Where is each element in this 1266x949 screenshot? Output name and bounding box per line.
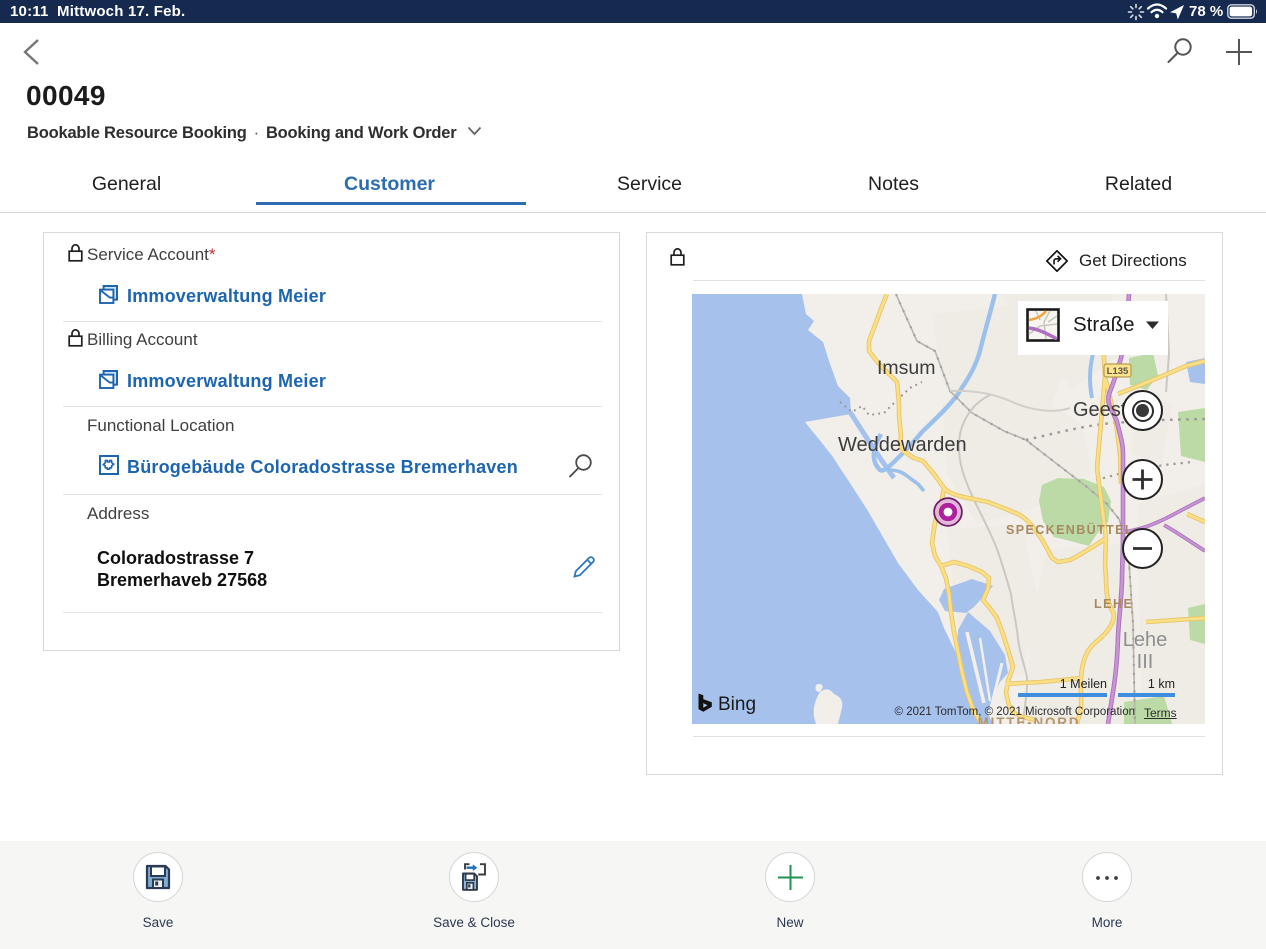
svg-text:SPECKENBÜTTEL: SPECKENBÜTTEL <box>1006 522 1134 537</box>
svg-text:LEHE: LEHE <box>1094 597 1133 611</box>
svg-text:Imsum: Imsum <box>877 357 936 379</box>
svg-text:Lehe: Lehe <box>1123 629 1168 651</box>
svg-text:III: III <box>1137 651 1154 673</box>
svg-text:Weddewarden: Weddewarden <box>838 434 967 456</box>
svg-text:L135: L135 <box>1107 366 1129 377</box>
